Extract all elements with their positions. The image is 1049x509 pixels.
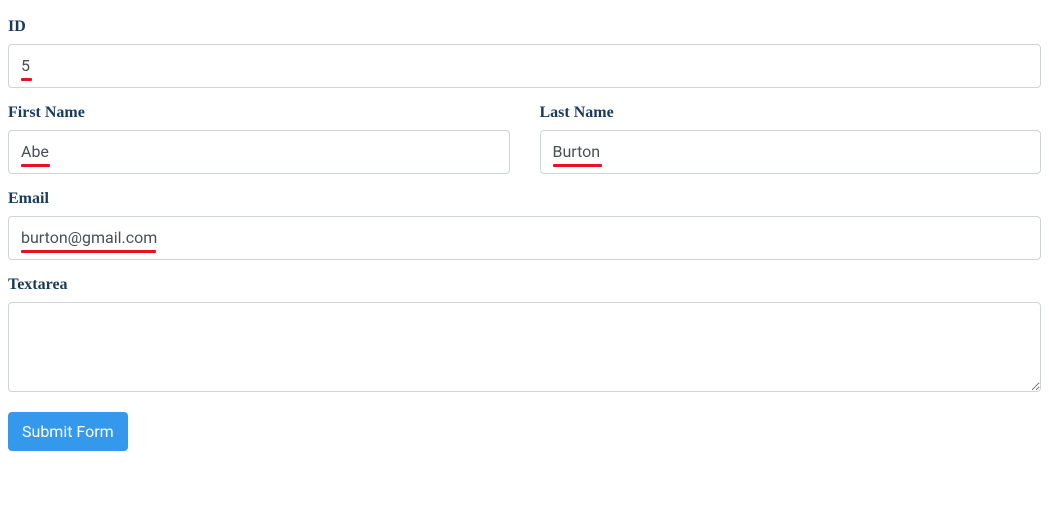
email-label: Email <box>8 190 1041 208</box>
first-name-field[interactable] <box>8 130 510 174</box>
email-input-wrap <box>8 216 1041 260</box>
last-name-field[interactable] <box>540 130 1042 174</box>
name-row: First Name Last Name <box>8 104 1041 190</box>
id-field[interactable] <box>8 44 1041 88</box>
spellcheck-underline <box>21 78 32 81</box>
textarea-label: Textarea <box>8 276 1041 294</box>
email-group: Email <box>8 190 1041 260</box>
id-input-wrap <box>8 44 1041 88</box>
textarea-field[interactable] <box>8 302 1041 392</box>
last-name-group: Last Name <box>540 104 1042 174</box>
spellcheck-underline <box>21 164 50 167</box>
id-label: ID <box>8 18 1041 36</box>
email-field[interactable] <box>8 216 1041 260</box>
id-group: ID <box>8 18 1041 88</box>
first-name-group: First Name <box>8 104 510 174</box>
submit-button[interactable]: Submit Form <box>8 412 128 451</box>
first-name-input-wrap <box>8 130 510 174</box>
last-name-input-wrap <box>540 130 1042 174</box>
last-name-label: Last Name <box>540 104 1042 122</box>
textarea-group: Textarea <box>8 276 1041 396</box>
spellcheck-underline <box>553 164 602 167</box>
spellcheck-underline <box>21 250 156 253</box>
first-name-label: First Name <box>8 104 510 122</box>
user-form: ID First Name Last Name Email <box>8 18 1041 451</box>
